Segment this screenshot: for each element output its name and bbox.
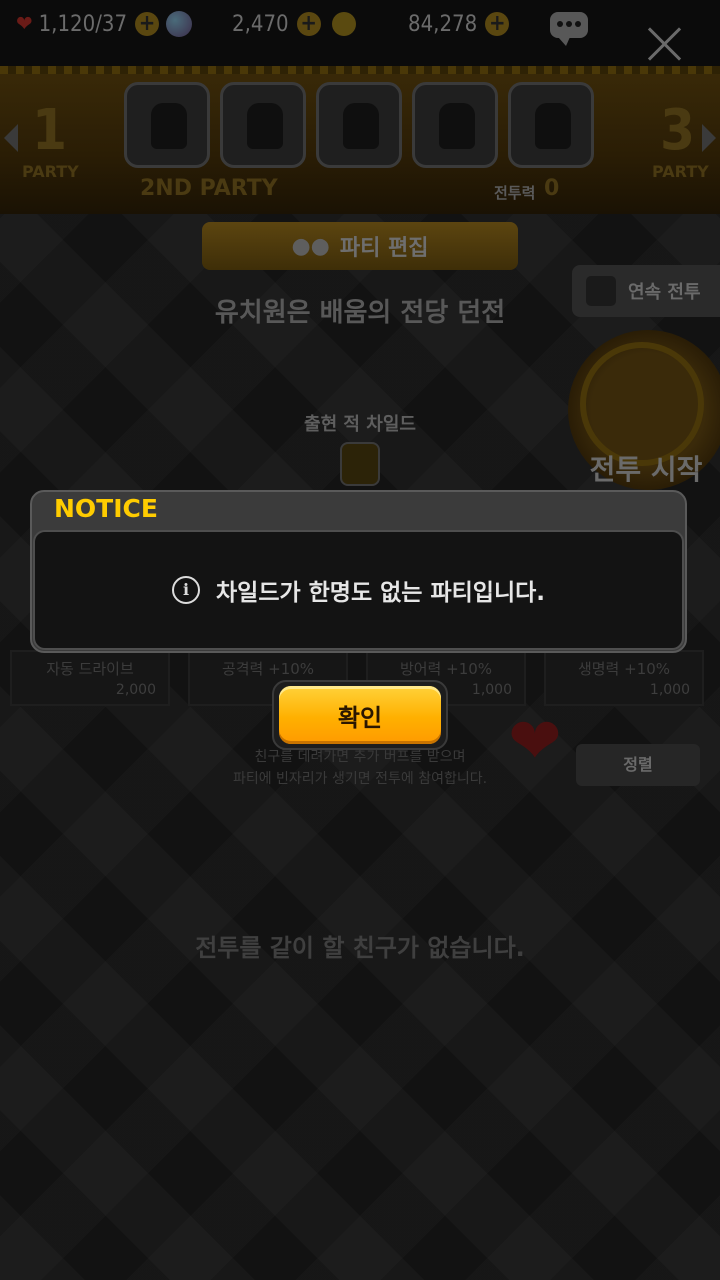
confirm-button[interactable]: 확인 [279,686,441,744]
prev-party-label: PARTY [22,162,79,181]
buff-auto-drive[interactable]: 자동 드라이브 2,000 [10,650,170,706]
next-party-label: PARTY [652,162,709,181]
buff-cost: 1,000 [471,682,512,698]
current-party-label: 2ND PARTY [140,176,278,201]
buff-cost: 2,000 [115,682,156,698]
gold-counter: 84,278 + [332,8,510,40]
add-stamina-button[interactable]: + [135,12,160,36]
battle-start-label: 전투 시작 [589,453,703,486]
edit-party-button[interactable]: ●● 파티 편집 [202,222,518,270]
close-icon[interactable] [645,24,685,64]
chat-icon[interactable] [550,12,588,46]
party-slot[interactable] [124,82,210,168]
next-party-number: 3 [660,98,696,163]
dialog-body: i 차일드가 한명도 없는 파티입니다. [33,530,684,650]
party-power-label: 전투력 [494,184,536,202]
buff-name: 공격력 +10% [221,660,315,678]
add-gold-button[interactable]: + [485,12,510,36]
party-slot[interactable] [316,82,402,168]
dialog-title: NOTICE [54,494,158,523]
gem-value: 2,470 [232,11,289,37]
stamina-counter: ❤ 1,120/37 + [16,8,160,40]
confirm-label: 확인 [337,703,383,732]
gold-icon [332,12,356,36]
prev-party-number: 1 [32,98,68,163]
prev-party-arrow-icon[interactable] [4,124,18,152]
buff-name: 방어력 +10% [399,660,493,678]
next-party-arrow-icon[interactable] [702,124,716,152]
gold-value: 84,278 [408,11,478,37]
no-friends-message: 전투를 같이 할 친구가 없습니다. [195,934,525,962]
gem-counter: 2,470 + [166,8,321,40]
continuous-battle-toggle[interactable]: 연속 전투 [572,265,720,317]
gem-icon [166,11,192,37]
buff-health[interactable]: 생명력 +10% 1,000 [544,650,704,706]
enemy-label: 출현 적 차일드 [304,414,416,435]
people-icon: ●● [291,233,330,259]
add-gems-button[interactable]: + [296,12,321,36]
edit-party-label: 파티 편집 [339,236,429,261]
party-power-value: 0 [544,176,560,201]
buff-name: 생명력 +10% [577,660,671,678]
heart-icon: ❤ [16,11,33,37]
stamina-value: 1,120/37 [38,11,128,37]
sort-button[interactable]: 정렬 [576,744,700,786]
party-slot[interactable] [412,82,498,168]
buff-name: 자동 드라이브 [46,660,134,678]
party-slot[interactable] [508,82,594,168]
enemy-child-icon[interactable] [340,442,380,486]
info-icon: i [172,576,200,604]
checkbox-icon [586,276,616,306]
dialog-message: 차일드가 한명도 없는 파티입니다. [216,580,545,606]
party-slot[interactable] [220,82,306,168]
buff-cost: 1,000 [649,682,690,698]
continuous-battle-label: 연속 전투 [628,282,701,303]
